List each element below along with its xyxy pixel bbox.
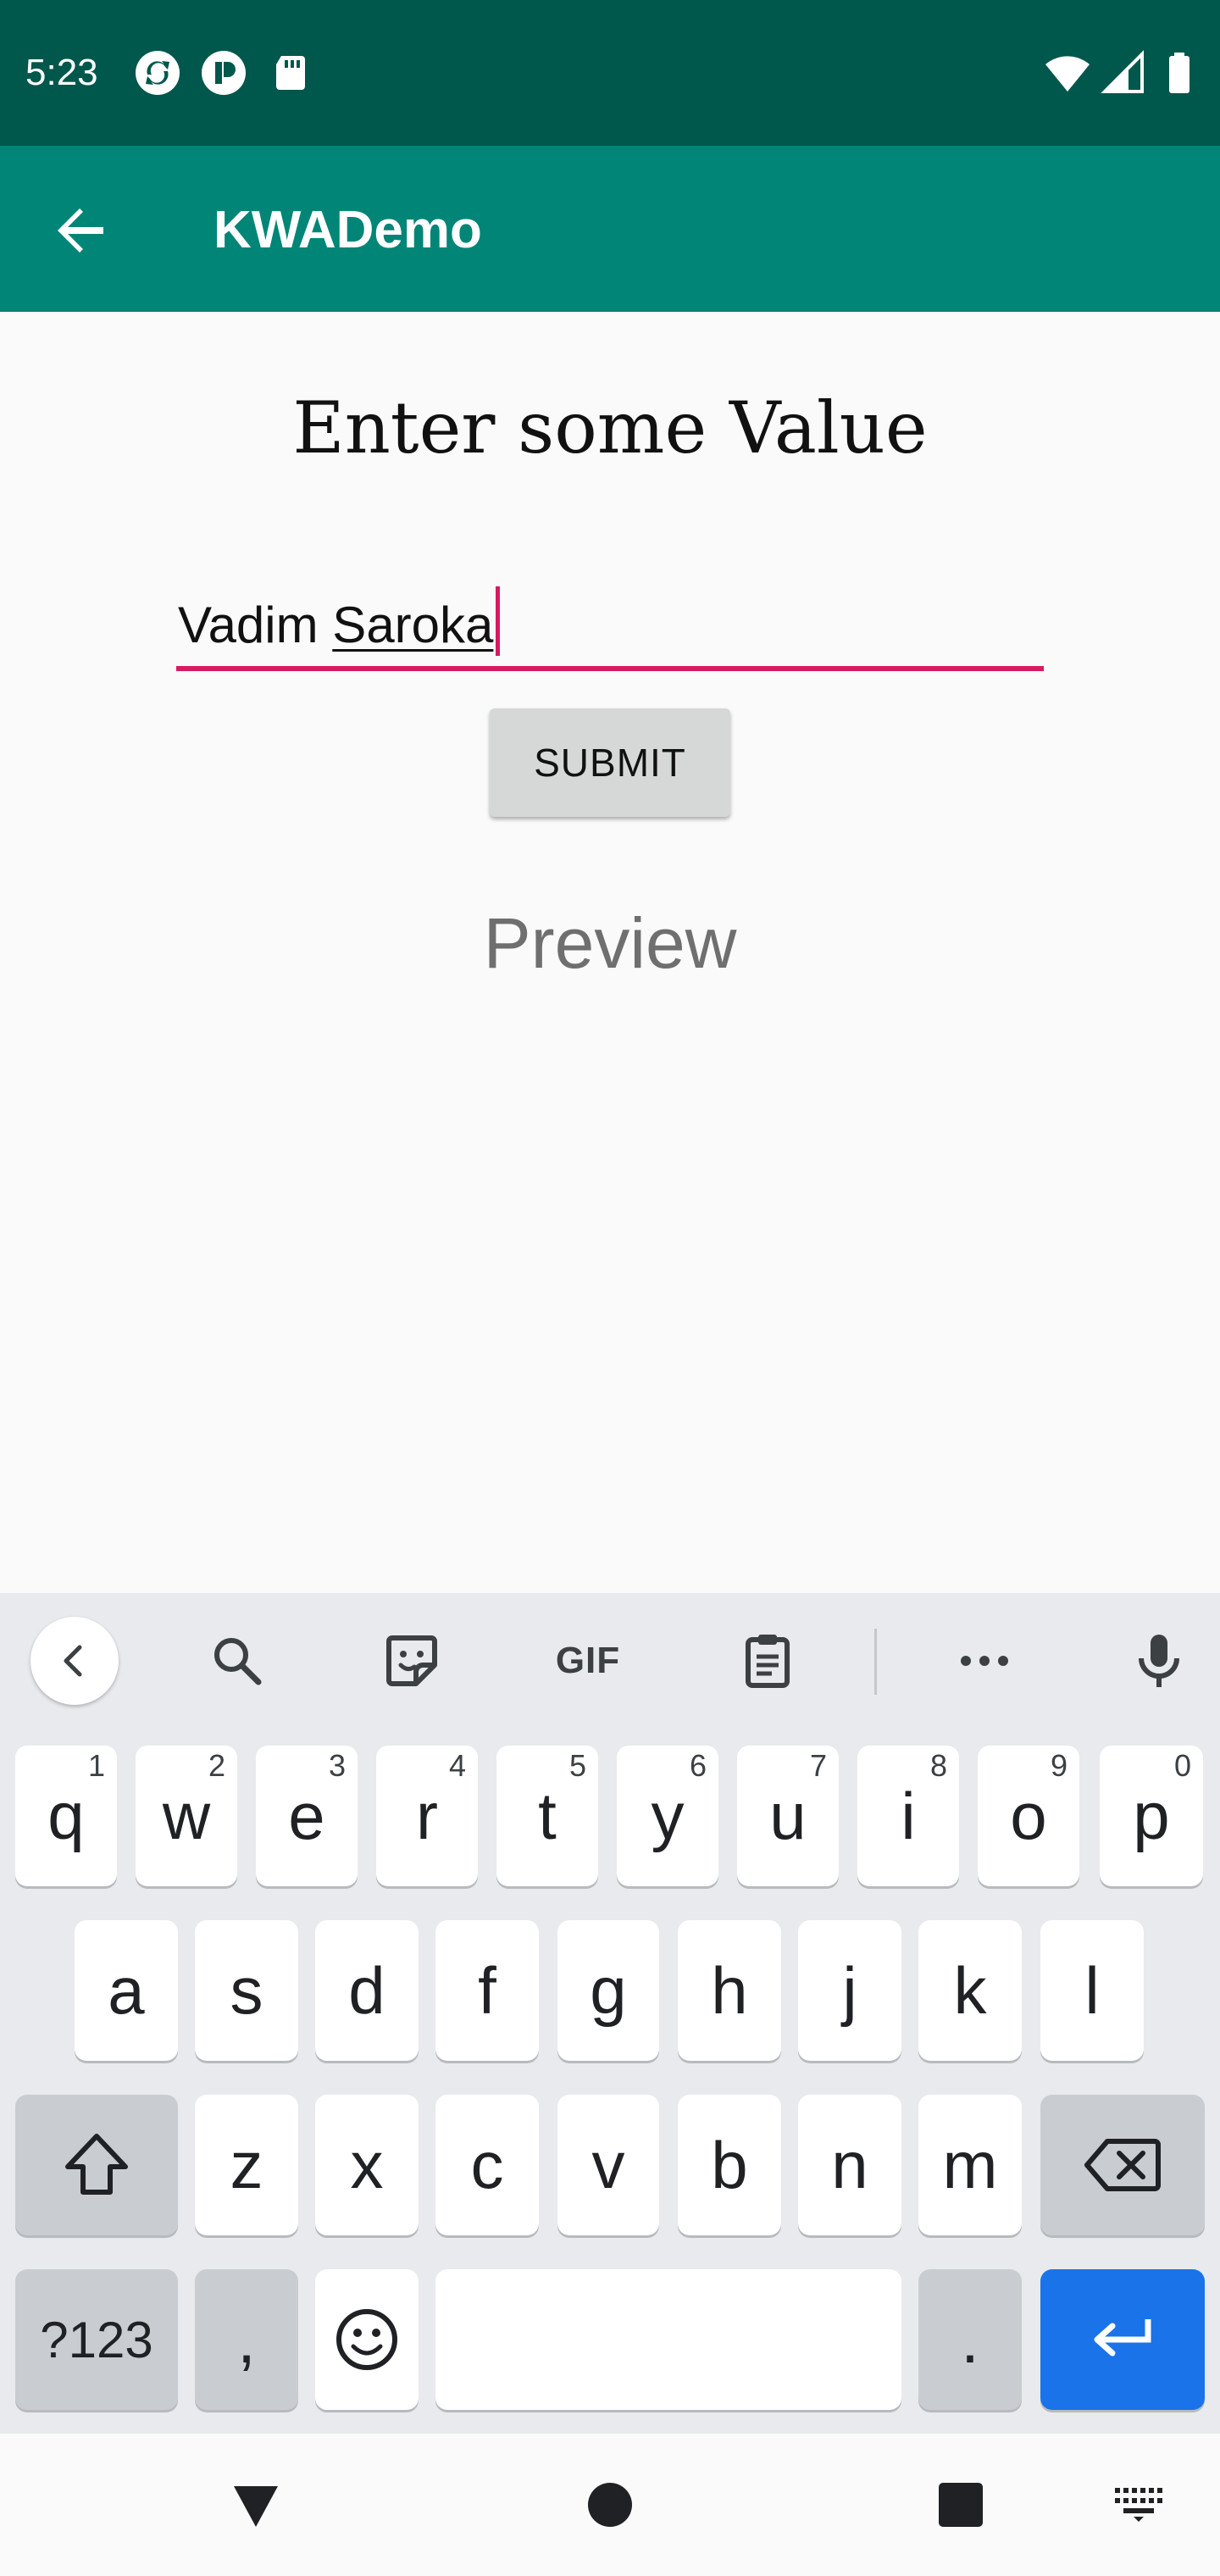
key-n[interactable]: n	[798, 2095, 901, 2235]
key-r[interactable]: r4	[376, 1746, 478, 1886]
enter-icon	[1094, 2319, 1151, 2357]
main-content: Enter some Value Vadim Saroka SUBMIT Pre…	[0, 312, 1220, 1593]
period-key[interactable]: .	[918, 2269, 1022, 2410]
input-word-first: Vadim	[178, 597, 319, 653]
emoji-key[interactable]	[315, 2269, 419, 2410]
key-b[interactable]: b	[678, 2095, 781, 2235]
backspace-key[interactable]	[1040, 2095, 1205, 2235]
key-o[interactable]: o9	[978, 1746, 1079, 1886]
emoji-icon	[336, 2309, 397, 2370]
key-m[interactable]: m	[918, 2095, 1022, 2235]
key-f[interactable]: f	[435, 1920, 539, 2061]
status-system-icons	[1044, 49, 1203, 97]
submit-button[interactable]: SUBMIT	[490, 708, 730, 817]
nav-keyboard-switch-button[interactable]	[1096, 2462, 1181, 2547]
app-bar: KWADemo	[0, 146, 1220, 312]
search-icon	[214, 1638, 262, 1685]
key-k[interactable]: k	[918, 1920, 1022, 2061]
value-input[interactable]: Vadim Saroka	[176, 580, 1044, 671]
key-l[interactable]: l	[1040, 1920, 1144, 2061]
preview-text: Preview	[483, 903, 737, 983]
toolbar-sticker-button[interactable]	[369, 1618, 454, 1703]
backspace-icon	[1084, 2139, 1161, 2191]
keyboard-toolbar: GIF	[0, 1593, 1220, 1729]
mic-icon	[1139, 1635, 1179, 1687]
back-button[interactable]	[39, 188, 124, 273]
input-word-composing: Saroka	[332, 597, 494, 653]
key-y[interactable]: y6	[617, 1746, 718, 1886]
key-w[interactable]: w2	[136, 1746, 237, 1886]
page-heading: Enter some Value	[292, 386, 928, 469]
nav-home-button[interactable]	[568, 2462, 652, 2547]
key-j[interactable]: j	[798, 1920, 901, 2061]
keyboard-switch-icon	[1115, 2488, 1162, 2522]
clipboard-icon	[746, 1635, 790, 1688]
nav-recents-button[interactable]	[918, 2462, 1003, 2547]
key-d[interactable]: d	[315, 1920, 419, 2061]
toolbar-clipboard-button[interactable]	[725, 1618, 810, 1703]
key-u[interactable]: u7	[737, 1746, 839, 1886]
sticker-icon	[386, 1635, 437, 1686]
wifi-icon	[1044, 49, 1091, 97]
signal-icon	[1100, 49, 1147, 97]
key-g[interactable]: g	[557, 1920, 659, 2061]
toolbar-voice-button[interactable]	[1117, 1618, 1201, 1703]
key-e[interactable]: e3	[256, 1746, 358, 1886]
home-circle-icon	[588, 2483, 632, 2527]
sd-card-icon	[266, 49, 313, 97]
more-icon	[961, 1656, 1008, 1666]
key-i[interactable]: i8	[857, 1746, 959, 1886]
chevron-left-icon	[64, 1645, 82, 1677]
key-q[interactable]: q1	[15, 1746, 117, 1886]
app-title: KWADemo	[214, 201, 482, 259]
toolbar-search-button[interactable]	[195, 1618, 280, 1703]
space-key[interactable]	[435, 2269, 901, 2410]
status-notification-icons	[134, 49, 313, 97]
key-x[interactable]: x	[315, 2095, 419, 2235]
key-t[interactable]: t5	[496, 1746, 598, 1886]
arrow-back-icon	[58, 208, 103, 253]
input-text: Vadim Saroka	[178, 586, 501, 659]
toolbar-more-button[interactable]	[942, 1618, 1027, 1703]
toolbar-gif-button[interactable]: GIF	[546, 1618, 630, 1703]
status-time: 5:23	[25, 52, 98, 93]
recents-square-icon	[939, 2483, 983, 2527]
shift-icon	[65, 2134, 128, 2195]
key-v[interactable]: v	[557, 2095, 659, 2235]
toolbar-collapse-button[interactable]	[30, 1617, 119, 1705]
navigation-bar	[0, 2434, 1220, 2576]
key-p[interactable]: p0	[1100, 1746, 1203, 1886]
text-cursor	[496, 586, 501, 656]
key-z[interactable]: z	[195, 2095, 298, 2235]
key-h[interactable]: h	[678, 1920, 781, 2061]
enter-key[interactable]	[1040, 2269, 1205, 2410]
app-icon	[200, 49, 247, 97]
toolbar-divider	[874, 1629, 877, 1695]
nav-back-button[interactable]	[214, 2462, 298, 2547]
soft-keyboard: GIF q1 w2 e3 r4 t5 y6 u7 i8 o9 p0 a s d …	[0, 1593, 1220, 2434]
status-bar: 5:23	[0, 0, 1220, 146]
shift-key[interactable]	[15, 2095, 178, 2235]
sync-icon	[134, 49, 181, 97]
battery-icon	[1156, 49, 1203, 97]
comma-key[interactable]: ,	[195, 2269, 298, 2410]
back-triangle-icon	[234, 2486, 278, 2527]
key-c[interactable]: c	[435, 2095, 539, 2235]
gif-icon: GIF	[555, 1640, 621, 1681]
symbols-key[interactable]: ?123	[15, 2269, 178, 2410]
key-s[interactable]: s	[195, 1920, 298, 2061]
key-a[interactable]: a	[75, 1920, 178, 2061]
